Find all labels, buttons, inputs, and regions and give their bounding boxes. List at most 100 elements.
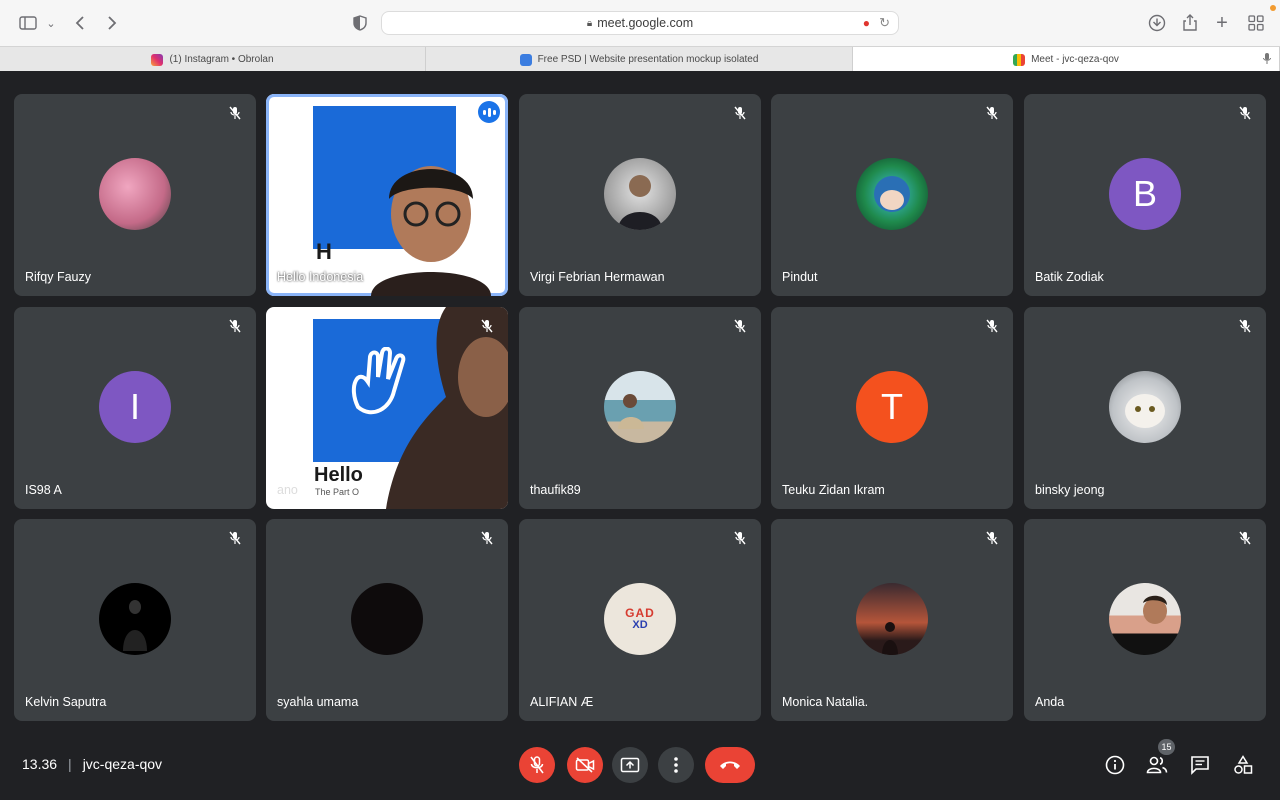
meeting-code: jvc-qeza-qov [82,756,163,772]
toggle-camera-button[interactable] [567,747,603,783]
mic-off-icon [224,527,246,549]
lock-icon: 🔒︎ [586,17,593,29]
mic-off-icon [224,315,246,337]
participant-tile[interactable]: GAD XD ALIFIAN Æ [519,519,761,721]
leave-call-button[interactable] [705,747,755,783]
mic-off-icon [224,102,246,124]
present-screen-button[interactable] [612,747,648,783]
participant-tile[interactable]: Rifqy Fauzy [14,94,256,296]
avatar [351,583,423,655]
people-count-badge: 15 [1158,739,1175,755]
toggle-microphone-button[interactable] [519,747,555,783]
speaking-indicator-icon [478,101,500,123]
participant-tile-video[interactable]: H Hello Indonesia [266,94,508,296]
tab-label: Free PSD | Website presentation mockup i… [537,54,759,65]
participant-tile[interactable]: Pindut [771,94,1013,296]
back-icon[interactable] [69,13,91,33]
participant-name: Teuku Zidan Ikram [782,483,885,497]
new-tab-icon[interactable]: + [1211,12,1233,34]
present-icon [620,757,640,773]
mic-off-icon [729,315,751,337]
avatar [99,583,171,655]
avatar: GAD XD [604,583,676,655]
participant-tile[interactable]: I IS98 A [14,307,256,509]
avatar-initial: B [1132,173,1157,214]
mic-off-icon [981,102,1003,124]
tab-microphone-icon [1263,53,1271,67]
participant-tile[interactable]: Kelvin Saputra [14,519,256,721]
participant-tile[interactable]: Virgi Febrian Hermawan [519,94,761,296]
notification-dot [1270,5,1276,11]
tab-free-psd[interactable]: Free PSD | Website presentation mockup i… [426,47,853,72]
avatar: I [99,371,171,443]
chevron-down-icon[interactable]: ⌄ [40,13,62,33]
participant-tile[interactable]: T Teuku Zidan Ikram [771,307,1013,509]
participant-name: Hello Indonesia [277,270,364,284]
participant-name: Virgi Febrian Hermawan [530,270,665,284]
meeting-area: Rifqy Fauzy H Hello Indonesia Virgi Febr… [0,71,1280,800]
privacy-shield-icon[interactable] [349,13,371,33]
instagram-icon [151,53,164,66]
avatar-logo-subtext: XD [632,619,648,631]
meeting-controls-bar: 13.36 | jvc-qeza-qov 15 [0,727,1280,800]
mic-off-icon [981,527,1003,549]
meeting-time: 13.36 [22,756,58,772]
participant-name: Anda [1035,695,1065,709]
avatar: T [856,371,928,443]
share-icon[interactable] [1179,13,1201,33]
participant-tile[interactable]: syahla umama [266,519,508,721]
download-icon[interactable] [1146,13,1168,33]
freepik-icon [519,53,532,66]
mic-off-icon [1234,527,1256,549]
avatar [604,158,676,230]
chat-button[interactable] [1189,754,1211,776]
mic-off-icon [981,315,1003,337]
info-icon [1105,755,1125,775]
more-options-button[interactable] [658,747,694,783]
people-button[interactable] [1146,754,1168,776]
participant-name: ano [277,483,298,497]
avatar [1109,371,1181,443]
participant-tile-video[interactable]: Hello The Part O ano [266,307,508,509]
hang-up-icon [720,761,740,769]
participant-tile[interactable]: Anda [1024,519,1266,721]
participant-name: ALIFIAN Æ [530,695,594,709]
sign-text: Hello [314,464,363,486]
participant-tile[interactable]: Monica Natalia. [771,519,1013,721]
mic-off-icon [729,527,751,549]
tab-instagram[interactable]: (1) Instagram • Obrolan [0,47,426,72]
participant-name: IS98 A [25,483,62,497]
tab-meet[interactable]: Meet - jvc-qeza-qov [853,47,1280,72]
reload-icon[interactable]: ↻ [879,15,890,31]
mic-off-icon [530,756,544,774]
tab-overview-icon[interactable] [1245,13,1267,33]
avatar-initial: T [881,386,903,427]
activities-button[interactable] [1232,754,1254,776]
sidebar-icon[interactable] [17,13,39,33]
more-vert-icon [674,757,678,773]
avatar-initial: I [129,386,140,427]
avatar: B [1109,158,1181,230]
chat-icon [1191,756,1209,775]
forward-icon[interactable] [101,13,123,33]
participant-name: Rifqy Fauzy [25,270,91,284]
address-bar[interactable]: 🔒︎ meet.google.com ● ↻ [381,11,899,35]
microphone-icon[interactable]: ● [863,16,870,30]
participant-name: Pindut [782,270,818,284]
meeting-details-button[interactable] [1104,754,1126,776]
avatar-logo-text: GAD [625,606,655,620]
participant-tile[interactable]: thaufik89 [519,307,761,509]
participant-tile[interactable]: binsky jeong [1024,307,1266,509]
avatar [99,158,171,230]
mic-off-icon [476,315,498,337]
mic-off-icon [1234,102,1256,124]
avatar [604,371,676,443]
url-text: meet.google.com [597,16,694,30]
sign-text: H [316,239,332,264]
avatar [1109,583,1181,655]
activities-icon [1234,755,1253,774]
participant-name: Batik Zodiak [1035,270,1104,284]
participant-tile[interactable]: B Batik Zodiak [1024,94,1266,296]
meeting-info: 13.36 | jvc-qeza-qov [22,756,162,772]
participant-name: binsky jeong [1035,483,1105,497]
